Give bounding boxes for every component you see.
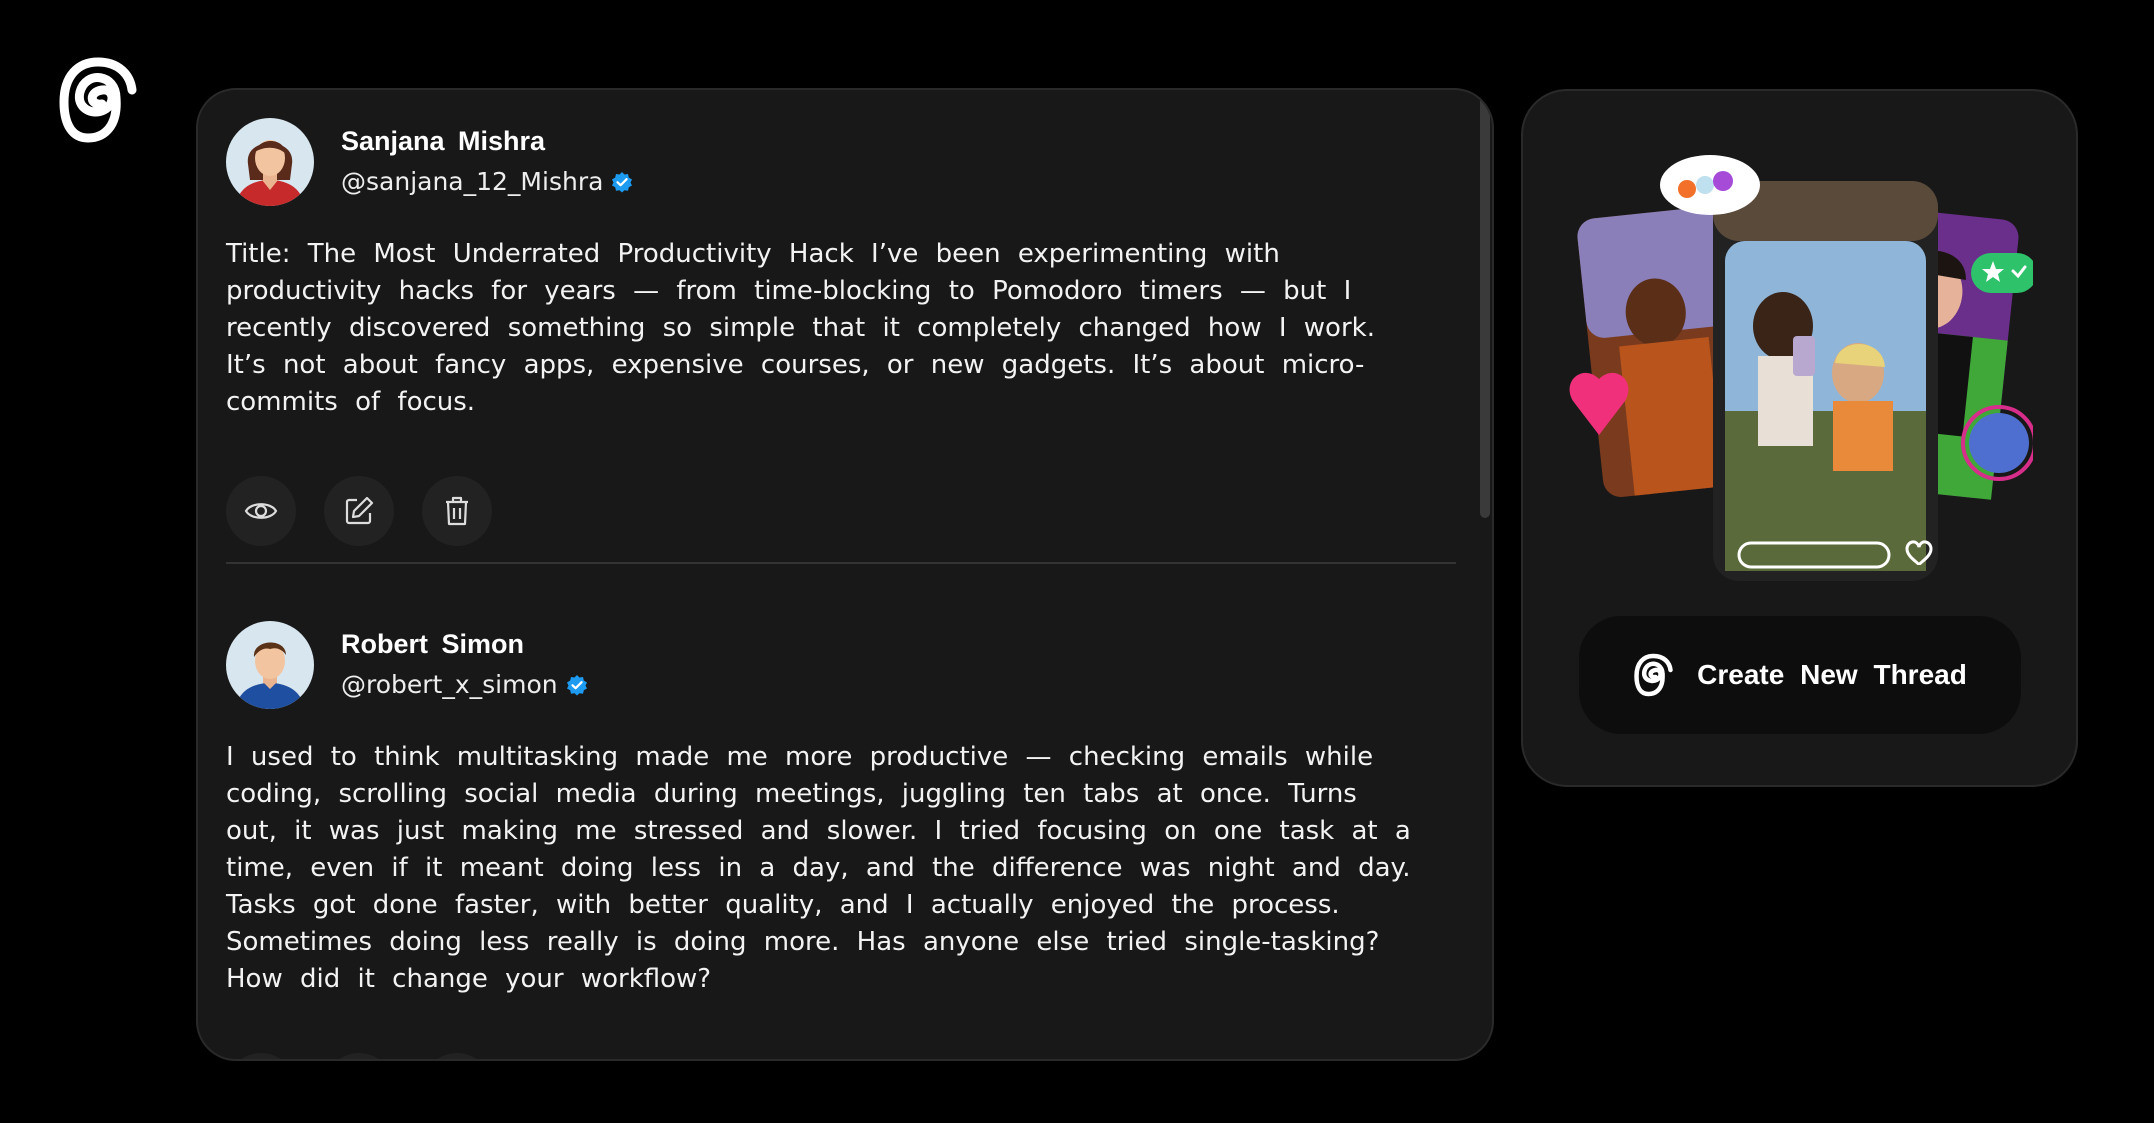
female-avatar[interactable] <box>226 118 314 206</box>
handle-text: @sanjana_12_Mishra <box>341 167 604 196</box>
view-button[interactable] <box>226 1053 296 1059</box>
post-body: Title: The Most Underrated Productivity … <box>226 239 1375 417</box>
post-actions <box>226 476 1456 546</box>
feed-scrollbar[interactable] <box>1480 90 1490 518</box>
edit-button[interactable] <box>324 1053 394 1059</box>
post-card: Sanjana Mishra @sanjana_12_Mishra Title:… <box>226 118 1456 546</box>
verified-badge-icon <box>566 675 587 696</box>
promo-collage-image <box>1569 155 2033 581</box>
author-name[interactable]: Sanjana Mishra <box>341 124 633 158</box>
threads-logo-icon <box>1634 653 1673 697</box>
threads-feed[interactable]: Sanjana Mishra @sanjana_12_Mishra Title:… <box>196 88 1494 1061</box>
create-new-thread-label: Create New Thread <box>1697 659 1967 690</box>
view-icon <box>244 503 278 519</box>
create-new-thread-button[interactable]: Create New Thread <box>1579 616 2021 734</box>
post-body: I used to think multitasking made me mor… <box>226 742 1411 994</box>
post-divider <box>226 562 1456 564</box>
delete-button[interactable] <box>422 1053 492 1059</box>
author-name[interactable]: Robert Simon <box>341 627 588 661</box>
threads-logo-icon[interactable] <box>58 54 140 146</box>
male-avatar[interactable] <box>226 621 314 709</box>
edit-button[interactable] <box>324 476 394 546</box>
create-thread-panel: Create New Thread <box>1521 89 2078 787</box>
author-handle[interactable]: @sanjana_12_Mishra <box>341 164 633 200</box>
delete-icon <box>446 496 468 526</box>
author-handle[interactable]: @robert_x_simon <box>341 667 588 703</box>
post-actions <box>226 1053 1456 1059</box>
post-card: Robert Simon @robert_x_simon I used to t… <box>226 621 1456 1059</box>
post-header: Sanjana Mishra @sanjana_12_Mishra <box>226 118 1456 206</box>
post-header: Robert Simon @robert_x_simon <box>226 621 1456 709</box>
delete-button[interactable] <box>422 476 492 546</box>
edit-icon <box>345 496 374 525</box>
view-button[interactable] <box>226 476 296 546</box>
handle-text: @robert_x_simon <box>341 670 558 699</box>
verified-badge-icon <box>612 172 633 193</box>
